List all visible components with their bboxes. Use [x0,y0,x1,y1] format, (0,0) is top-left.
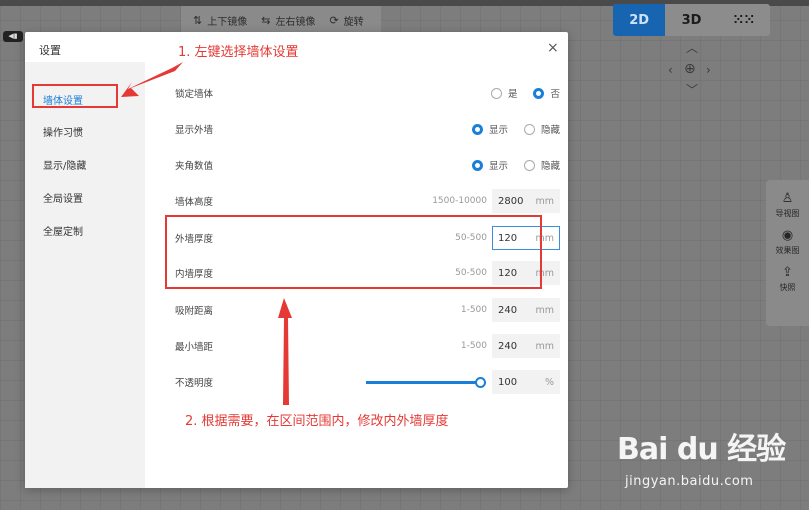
row-min-wall-spacing: 最小墙距 1-500 240 mm [175,332,560,360]
side-toolbar: ♙ 导视图 ◉ 效果图 ⇪ 快照 [766,180,809,326]
opacity-input[interactable]: 100 % [492,370,560,394]
row-angle-value: 夹角数值 显示 隐藏 [175,151,560,179]
pan-left-icon[interactable]: ‹ [668,64,673,76]
flip-horizontal-label: 左右镜像 [275,17,316,28]
annotation-highlight-box [32,84,118,108]
footprints-icon: ⁙⁙ [732,12,755,28]
row-wall-height: 墙体高度 1500-10000 2800 mm [175,187,560,215]
sidebar-item-whole-house[interactable]: 全屋定制 [43,223,83,238]
annotation-step2: 2. 根据需要，在区间范围内，修改内外墙厚度 [185,414,449,429]
sidebar-item-global-settings[interactable]: 全局设置 [43,190,83,205]
lock-wall-yes-text: 是 [507,89,518,100]
opacity-slider[interactable] [366,377,486,388]
dialog-title: 设置 [39,44,61,57]
opacity-slider-handle[interactable] [475,377,486,388]
left-panel-toggle[interactable]: ◀▮ [3,31,23,42]
opacity-unit: % [544,376,554,388]
snap-distance-range: 1-500 [460,305,487,315]
wall-height-input[interactable]: 2800 mm [492,189,560,213]
flip-vertical-label: 上下镜像 [207,17,248,28]
row-show-outer-wall: 显示外墙 显示 隐藏 [175,115,560,143]
wall-height-value: 2800 [498,195,524,207]
wall-height-unit: mm [535,195,554,207]
angle-value-radio-group: 显示 隐藏 [471,158,560,172]
guide-view-button[interactable]: ♙ 导视图 [776,192,800,219]
lock-wall-yes-option[interactable]: 是 [490,86,518,100]
view-3d-button[interactable]: 3D [665,4,717,36]
baidu-watermark: Bai du 经验 jingyan.baidu.com [617,424,807,504]
row-snap-distance: 吸附距离 1-500 240 mm [175,296,560,324]
lock-wall-no-text: 否 [550,89,560,100]
row-opacity: 不透明度 100 % [175,368,560,396]
flip-vertical-icon: ⇅ [193,14,203,27]
pan-right-icon[interactable]: › [706,64,711,76]
angle-value-show-text: 显示 [488,161,508,172]
show-outer-wall-hide-text: 隐藏 [540,125,560,136]
angle-value-show-option[interactable]: 显示 [471,158,508,172]
angle-value-hide-option[interactable]: 隐藏 [523,158,560,172]
snap-distance-value: 240 [498,304,518,316]
guide-view-label: 导视图 [775,209,800,218]
pan-up-icon[interactable]: ︿ [686,42,698,54]
annotation-thickness-box [165,215,542,289]
show-outer-wall-hide-option[interactable]: 隐藏 [523,122,560,136]
angle-value-label: 夹角数值 [175,161,214,172]
rotate-icon: ⟳ [329,14,339,27]
navigation-pad: ︿ ‹ ⊕ › ﹀ [668,42,716,98]
baidu-jingyan-logo: Bai du 经验 [617,432,786,467]
pan-down-icon[interactable]: ﹀ [686,84,698,96]
show-outer-wall-radio-group: 显示 隐藏 [471,122,560,136]
baidu-jingyan-url: jingyan.baidu.com [625,474,754,489]
center-target-icon[interactable]: ⊕ [684,62,696,76]
row-lock-wall: 锁定墙体 是 否 [175,79,560,107]
render-button[interactable]: ◉ 效果图 [776,229,800,256]
snap-distance-unit: mm [535,304,554,316]
settings-sidebar: 墙体设置 操作习惯 显示/隐藏 全局设置 全屋定制 [25,62,145,488]
radio-checked-icon [471,123,483,135]
angle-value-hide-text: 隐藏 [540,161,560,172]
radio-checked-icon [533,87,545,99]
show-outer-wall-show-text: 显示 [488,125,508,136]
lock-wall-label: 锁定墙体 [175,89,214,100]
view-mode-toggle: 2D 3D ⁙⁙ [613,4,770,36]
radio-checked-icon [471,159,483,171]
snapshot-label: 快照 [779,283,796,292]
flip-vertical-button[interactable]: ⇅ 上下镜像 [193,13,247,28]
rotate-button[interactable]: ⟳ 旋转 [329,13,363,28]
close-icon[interactable]: × [547,40,559,56]
wall-height-label: 墙体高度 [175,197,214,208]
min-wall-spacing-value: 240 [498,340,518,352]
flip-horizontal-icon: ⇆ [261,14,271,27]
snap-distance-input[interactable]: 240 mm [492,298,560,322]
snapshot-icon: ⇪ [782,265,793,280]
min-wall-spacing-unit: mm [535,340,554,352]
render-label: 效果图 [775,246,800,255]
show-outer-wall-show-option[interactable]: 显示 [471,122,508,136]
min-wall-spacing-input[interactable]: 240 mm [492,334,560,358]
person-icon: ♙ [781,191,794,206]
lock-wall-radio-group: 是 否 [490,86,560,100]
camera-icon: ◉ [781,228,794,243]
snap-distance-label: 吸附距离 [175,306,214,317]
lock-wall-no-option[interactable]: 否 [533,86,560,100]
min-wall-spacing-range: 1-500 [460,341,487,351]
flip-horizontal-button[interactable]: ⇆ 左右镜像 [261,13,315,28]
min-wall-spacing-label: 最小墙距 [175,342,214,353]
sidebar-item-operation-habits[interactable]: 操作习惯 [43,124,83,139]
edit-toolbar: ⇅ 上下镜像 ⇆ 左右镜像 ⟳ 旋转 [181,6,381,35]
opacity-value: 100 [498,376,518,388]
view-2d-button[interactable]: 2D [613,4,666,36]
show-outer-wall-label: 显示外墙 [175,125,214,136]
rotate-label: 旋转 [343,17,364,28]
sidebar-item-show-hide[interactable]: 显示/隐藏 [43,157,86,172]
view-walkthrough-button[interactable]: ⁙⁙ [718,4,770,36]
radio-unchecked-icon [523,123,535,135]
radio-unchecked-icon [490,87,502,99]
wall-height-range: 1500-10000 [432,196,487,206]
snapshot-button[interactable]: ⇪ 快照 [780,266,796,293]
radio-unchecked-icon [523,159,535,171]
opacity-label: 不透明度 [175,378,214,389]
annotation-step1: 1. 左键选择墙体设置 [178,45,299,60]
